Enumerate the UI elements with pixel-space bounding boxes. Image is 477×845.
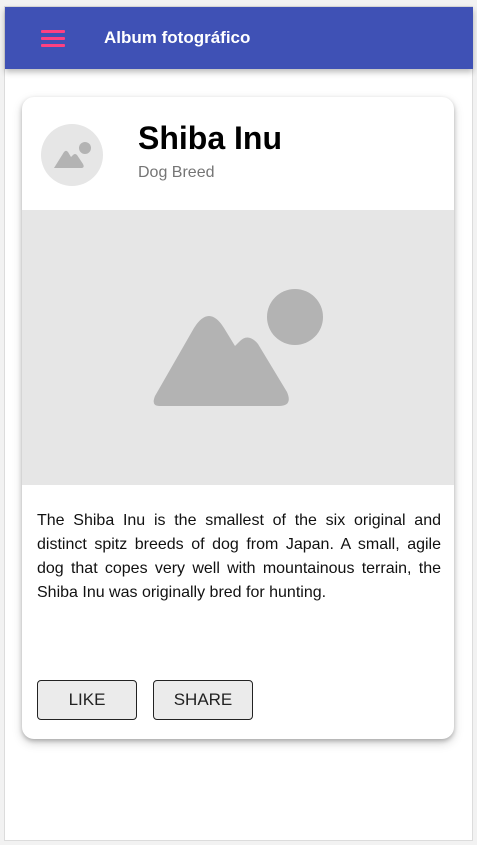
image-placeholder-icon (153, 289, 323, 406)
card-subtitle: Dog Breed (138, 164, 215, 181)
image-placeholder-icon (54, 142, 91, 168)
card-title: Shiba Inu (138, 120, 282, 156)
avatar (41, 124, 103, 186)
like-button[interactable]: LIKE (37, 680, 137, 720)
toolbar-title: Album fotográfico (104, 28, 251, 47)
menu-button[interactable] (33, 21, 73, 55)
card-media (22, 210, 454, 485)
share-button[interactable]: SHARE (153, 680, 253, 720)
card-content: The Shiba Inu is the smallest of the six… (37, 512, 441, 601)
card: Shiba Inu Dog Breed The Shiba Inu is the… (22, 97, 454, 739)
toolbar: Album fotográfico (5, 7, 473, 69)
